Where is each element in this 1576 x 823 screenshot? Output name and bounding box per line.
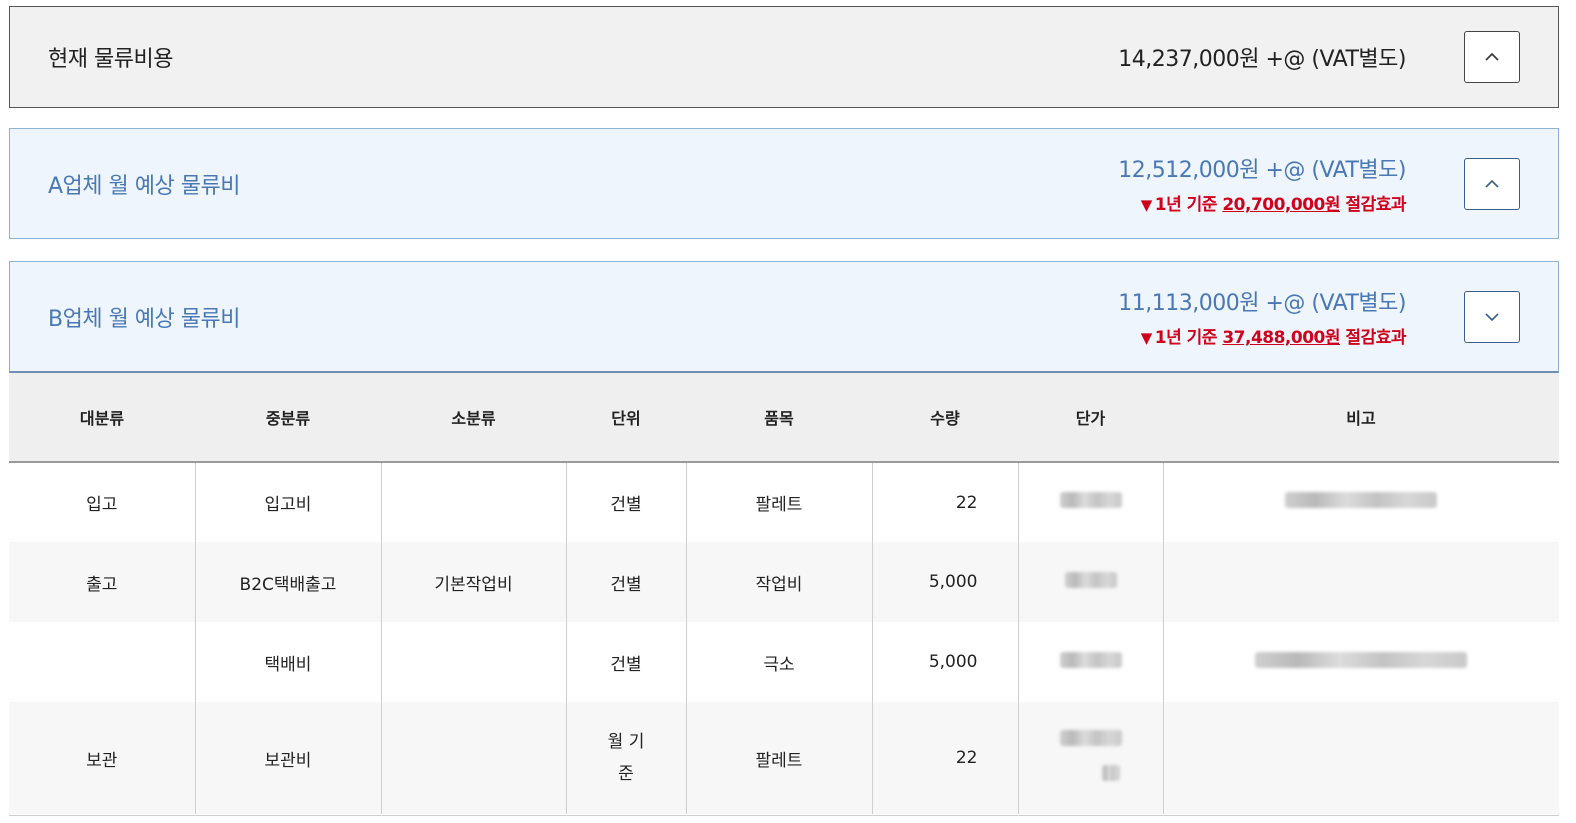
header-note: 비고: [1163, 373, 1559, 463]
cell-price-redacted: [1018, 622, 1164, 702]
cell-qty: 5,000: [872, 542, 1019, 622]
redacted-price: [1101, 765, 1120, 781]
header-middle: 중분류: [195, 373, 381, 463]
cell-unit: 건별: [566, 542, 687, 622]
cell-item: 팔레트: [686, 702, 873, 814]
vendor-a-price-block: 12,512,000원 +@ (VAT별도) ▼ 1년 기준 20,700,000…: [1118, 152, 1406, 215]
down-triangle-icon: ▼: [1140, 329, 1153, 347]
cell-minor: [381, 702, 567, 814]
cell-minor: [381, 622, 567, 702]
cell-qty: 22: [872, 462, 1019, 542]
vendor-a-title: A업체 월 예상 물류비: [48, 173, 240, 199]
current-collapse-button[interactable]: [1464, 31, 1520, 83]
current-price: 14,237,000원 +@ (VAT별도): [1118, 47, 1406, 72]
redacted-price: [1064, 571, 1117, 588]
cell-unit-line1: 월 기: [607, 732, 645, 752]
chevron-down-icon: [1485, 312, 1499, 321]
cell-item: 극소: [686, 622, 873, 702]
vendor-a-saving-suffix: 절감효과: [1340, 195, 1406, 215]
cell-qty: 5,000: [872, 622, 1019, 702]
table-row: 보관 보관비 월 기 준 팔레트 22: [9, 702, 1559, 814]
cell-item: 팔레트: [686, 462, 873, 542]
cell-price-redacted: [1018, 542, 1164, 622]
vendor-b-title: B업체 월 예상 물류비: [48, 306, 241, 332]
redacted-price: [1059, 492, 1122, 508]
vendor-a-saving: ▼ 1년 기준 20,700,000원 절감효과: [1118, 190, 1407, 215]
vendor-b-saving-amount: 37,488,000원: [1222, 328, 1341, 348]
vendor-a-panel: A업체 월 예상 물류비 12,512,000원 +@ (VAT별도) ▼ 1년 …: [9, 128, 1559, 239]
table-row: 입고 입고비 건별 팔레트 22: [9, 462, 1559, 542]
vendor-a-collapse-button[interactable]: [1464, 157, 1520, 210]
vendor-b-price-block: 11,113,000원 +@ (VAT별도) ▼ 1년 기준 37,488,000…: [1118, 285, 1406, 348]
redacted-note: [1285, 492, 1438, 508]
cell-note-redacted: [1163, 622, 1559, 702]
cell-note: [1163, 702, 1559, 814]
header-major: 대분류: [9, 373, 195, 463]
vendor-a-saving-amount: 20,700,000원: [1222, 195, 1341, 215]
cell-note: [1163, 542, 1559, 622]
cell-unit: 건별: [566, 462, 687, 542]
current-price-block: 14,237,000원 +@ (VAT별도): [1118, 41, 1406, 73]
cell-major: 입고: [9, 462, 196, 542]
cell-middle: 택배비: [195, 622, 382, 702]
table-row: 출고 B2C택배출고 기본작업비 건별 작업비 5,000: [9, 542, 1559, 622]
cell-unit: 월 기 준: [566, 702, 687, 814]
cell-note-redacted: [1163, 462, 1559, 542]
vendor-b-saving: ▼ 1년 기준 37,488,000원 절감효과: [1118, 323, 1407, 348]
cell-minor: [381, 462, 567, 542]
cell-unit-line2: 준: [618, 764, 634, 784]
header-item: 품목: [686, 373, 872, 463]
vendor-b-expand-button[interactable]: [1464, 290, 1520, 343]
table-header-row: 대분류 중분류 소분류 단위 품목 수량 단가 비고: [9, 373, 1559, 463]
cost-detail-table: 대분류 중분류 소분류 단위 품목 수량 단가 비고 입고 입고비 건별 팔레트…: [9, 373, 1559, 816]
cost-table: 대분류 중분류 소분류 단위 품목 수량 단가 비고 입고 입고비 건별 팔레트…: [9, 373, 1559, 814]
cell-middle: B2C택배출고: [195, 542, 382, 622]
cell-major: [9, 622, 196, 702]
vendor-b-saving-suffix: 절감효과: [1340, 328, 1406, 348]
cell-unit: 건별: [566, 622, 687, 702]
vendor-b-price: 11,113,000원 +@ (VAT별도): [1118, 291, 1406, 316]
cell-middle: 입고비: [195, 462, 382, 542]
vendor-a-saving-prefix: 1년 기준: [1154, 195, 1223, 215]
header-qty: 수량: [872, 373, 1018, 463]
redacted-note: [1255, 651, 1468, 668]
cell-qty: 22: [872, 702, 1019, 814]
cell-major: 보관: [9, 702, 196, 814]
current-cost-title: 현재 물류비용: [48, 47, 173, 72]
cell-price-redacted: [1018, 702, 1164, 814]
chevron-up-icon: [1485, 52, 1499, 61]
cell-item: 작업비: [686, 542, 873, 622]
cell-middle: 보관비: [195, 702, 382, 814]
current-cost-panel: 현재 물류비용 14,237,000원 +@ (VAT별도): [9, 6, 1559, 108]
cell-price-redacted: [1018, 462, 1164, 542]
vendor-b-panel: B업체 월 예상 물류비 11,113,000원 +@ (VAT별도) ▼ 1년 …: [9, 261, 1559, 373]
table-bottom-border: [9, 815, 1559, 816]
chevron-up-icon: [1485, 179, 1499, 188]
vendor-a-price: 12,512,000원 +@ (VAT별도): [1118, 158, 1406, 183]
down-triangle-icon: ▼: [1140, 196, 1153, 214]
header-unit: 단위: [566, 373, 686, 463]
redacted-price: [1059, 730, 1122, 746]
cell-minor: 기본작업비: [381, 542, 567, 622]
table-row: 택배비 건별 극소 5,000: [9, 622, 1559, 702]
header-price: 단가: [1018, 373, 1163, 463]
redacted-price: [1059, 651, 1122, 668]
cell-major: 출고: [9, 542, 196, 622]
vendor-b-saving-prefix: 1년 기준: [1154, 328, 1223, 348]
header-minor: 소분류: [381, 373, 566, 463]
